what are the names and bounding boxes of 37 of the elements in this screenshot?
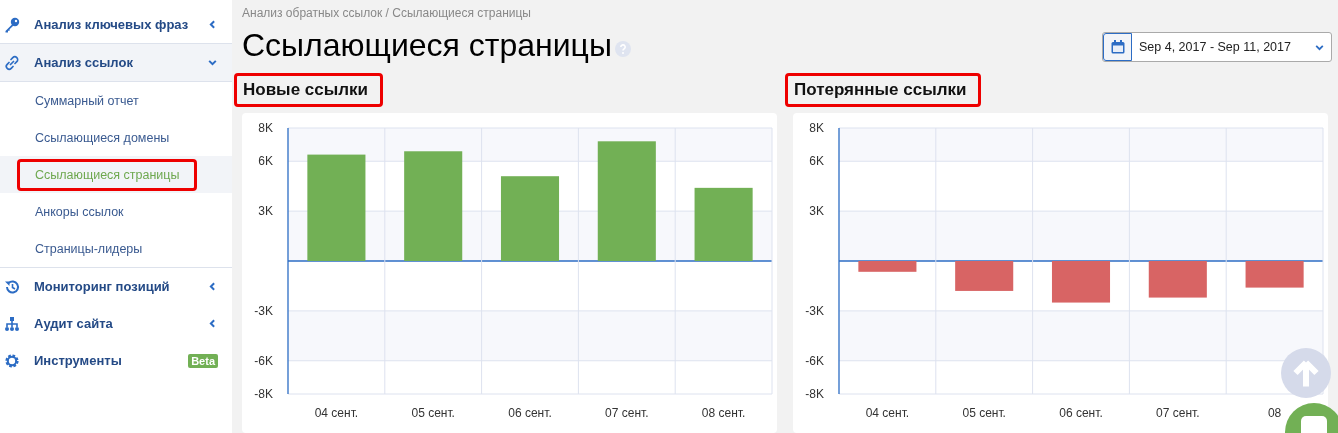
y-tick-label: 6K (258, 154, 273, 169)
chart-title: Новые ссылки (234, 73, 383, 107)
y-tick-label: 6K (809, 154, 824, 169)
x-tick-label: 05 сент. (962, 406, 1006, 420)
y-tick-label: 8K (809, 121, 824, 135)
y-tick-label: 3K (809, 204, 824, 219)
x-tick-label: 07 сент. (1156, 406, 1200, 420)
breadcrumb: Анализ обратных ссылок / Ссылающиеся страницы (242, 6, 532, 21)
x-tick-label: 06 сент. (1059, 406, 1103, 420)
page-title: Ссылающиеся страницы (242, 26, 612, 65)
x-tick-label: 07 сент. (605, 406, 649, 420)
y-tick-label: -3K (805, 303, 824, 318)
x-tick-label: 06 сент. (508, 406, 552, 420)
sidebar-subitem[interactable]: Ссылающиеся домены (17, 121, 187, 154)
y-tick-label: 8K (258, 121, 273, 135)
beta-badge: Beta (188, 353, 218, 368)
y-tick-label: -8K (805, 387, 824, 401)
y-tick-label: 3K (258, 204, 273, 219)
y-tick-label: -8K (254, 387, 273, 401)
date-range-picker[interactable]: Sep 4, 2017 - Sep 11, 2017 (1102, 32, 1332, 62)
y-tick-label: -6K (805, 353, 824, 368)
sidebar-subitem[interactable]: Страницы-лидеры (17, 232, 160, 265)
x-tick-label: 08 сент. (701, 406, 746, 420)
sidebar-item[interactable]: Анализ ссылок (0, 44, 232, 81)
x-tick-label: 05 сент. (411, 406, 455, 420)
sidebar-item[interactable]: Аудит сайта (0, 305, 232, 342)
chart-title: Потерянные ссылки (785, 73, 982, 107)
sidebar-subitem[interactable]: Анкоры ссылок (17, 195, 141, 228)
sidebar-subitem[interactable]: Суммарный отчет (17, 84, 156, 117)
y-tick-label: -6K (254, 353, 273, 368)
x-tick-label: 04 сент. (865, 406, 910, 420)
x-tick-label: 04 сент. (314, 406, 359, 420)
sidebar-item[interactable]: Инструменты Beta (0, 342, 232, 379)
sidebar-item[interactable]: Мониторинг позиций (0, 268, 232, 305)
y-tick-label: -3K (254, 303, 273, 318)
sidebar-item[interactable]: Анализ ключевых фраз (0, 6, 232, 43)
x-tick-label: 08 (1267, 406, 1282, 420)
